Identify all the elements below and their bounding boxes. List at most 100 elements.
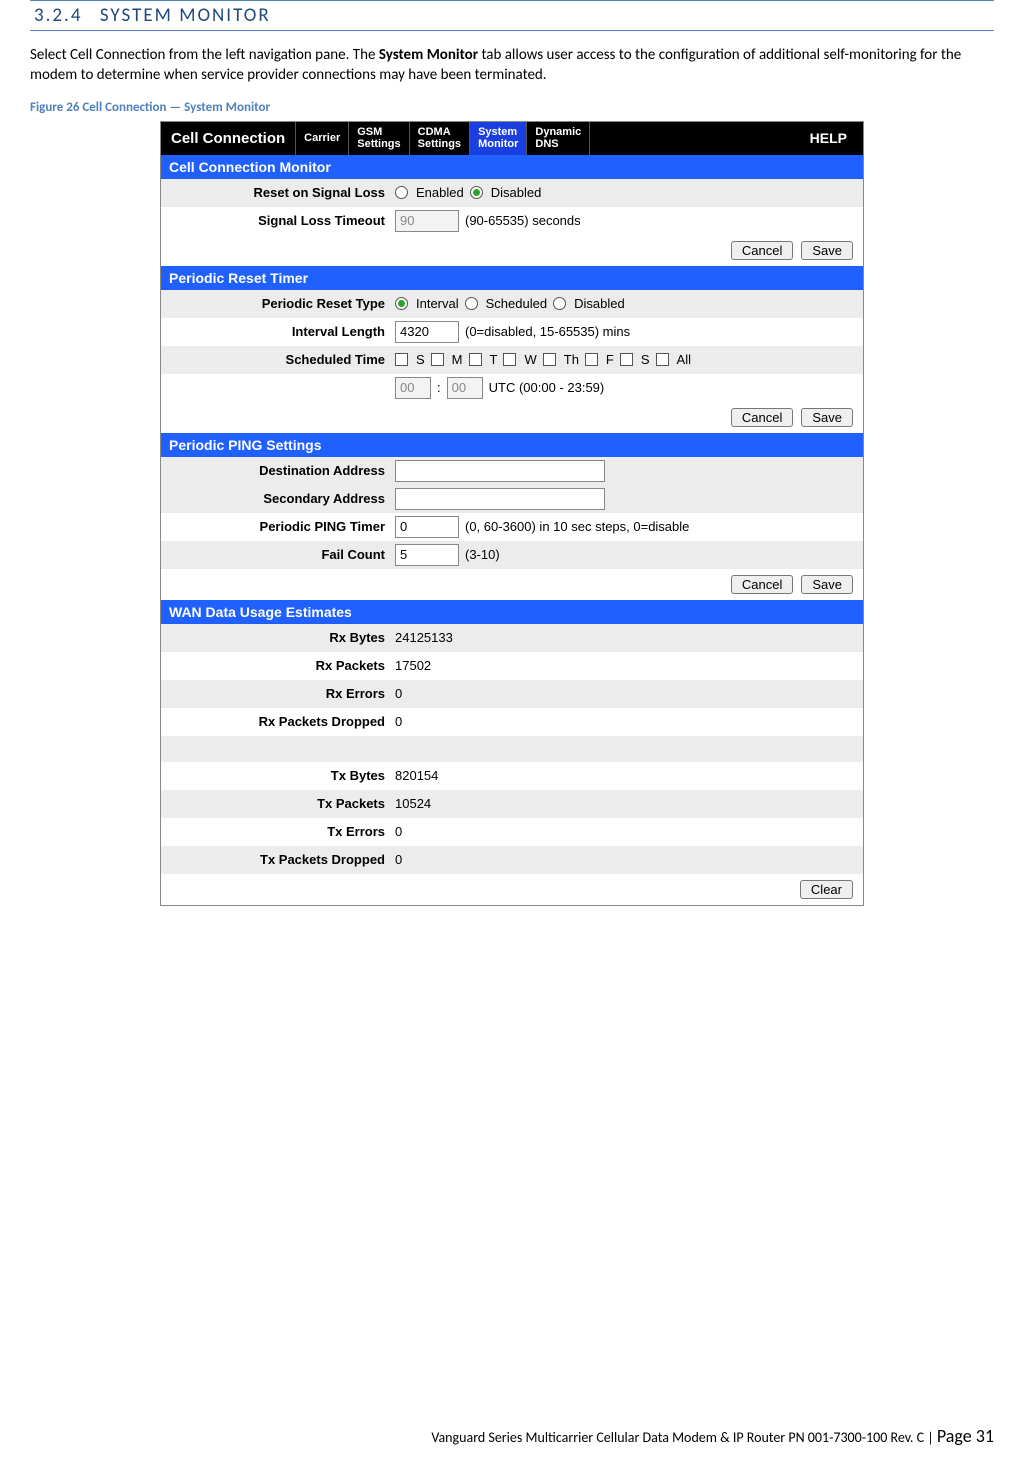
checkbox-sun[interactable] [395, 353, 408, 366]
label-signal-loss-timeout: Signal Loss Timeout [161, 213, 393, 228]
tab-system-monitor[interactable]: SystemMonitor [470, 122, 527, 155]
hint-interval-length: (0=disabled, 15-65535) mins [465, 324, 630, 339]
input-signal-loss-timeout[interactable] [395, 210, 459, 232]
row-secondary-address: Secondary Address [161, 485, 863, 513]
radio-enabled-label: Enabled [416, 185, 464, 200]
intro-text-a: Select Cell Connection from the left nav… [30, 46, 379, 64]
checkbox-all[interactable] [656, 353, 669, 366]
clear-button[interactable]: Clear [800, 880, 853, 899]
input-destination-address[interactable] [395, 460, 605, 482]
row-rx-errors: Rx Errors0 [161, 680, 863, 708]
row-fail-count: Fail Count (3-10) [161, 541, 863, 569]
radio-interval[interactable] [395, 297, 408, 310]
label-destination-address: Destination Address [161, 463, 393, 478]
save-button[interactable]: Save [801, 241, 853, 260]
footer-text: Vanguard Series Multicarrier Cellular Da… [431, 1429, 924, 1446]
intro-paragraph: Select Cell Connection from the left nav… [30, 45, 994, 86]
row-scheduled-clock: : UTC (00:00 - 23:59) [161, 374, 863, 402]
tab-bar: Cell Connection Carrier GSMSettings CDMA… [161, 122, 863, 155]
input-secondary-address[interactable] [395, 488, 605, 510]
section-header-wan-usage: WAN Data Usage Estimates [161, 600, 863, 624]
input-minute[interactable] [447, 377, 483, 399]
checkbox-mon[interactable] [431, 353, 444, 366]
checkbox-tue[interactable] [469, 353, 482, 366]
tab-help[interactable]: HELP [794, 122, 863, 155]
button-row-sec2: Cancel Save [161, 402, 863, 433]
time-colon: : [437, 380, 441, 395]
footer-page: Page 31 [937, 1425, 994, 1447]
section-header-periodic-ping: Periodic PING Settings [161, 433, 863, 457]
row-periodic-reset-type: Periodic Reset Type Interval Scheduled D… [161, 290, 863, 318]
tab-spacer [590, 122, 793, 155]
row-rx-dropped: Rx Packets Dropped0 [161, 708, 863, 736]
row-interval-length: Interval Length (0=disabled, 15-65535) m… [161, 318, 863, 346]
hint-fail-count: (3-10) [465, 547, 500, 562]
checkbox-thu[interactable] [543, 353, 556, 366]
cancel-button[interactable]: Cancel [731, 575, 793, 594]
row-tx-bytes: Tx Bytes820154 [161, 762, 863, 790]
label-reset-on-signal-loss: Reset on Signal Loss [161, 185, 393, 200]
tab-cdma-settings[interactable]: CDMASettings [410, 122, 470, 155]
checkbox-wed[interactable] [503, 353, 516, 366]
section-header-periodic-reset: Periodic Reset Timer [161, 266, 863, 290]
hint-ping-timer: (0, 60-3600) in 10 sec steps, 0=disable [465, 519, 689, 534]
row-rx-packets: Rx Packets17502 [161, 652, 863, 680]
radio-prt-disabled-label: Disabled [574, 296, 625, 311]
row-ping-timer: Periodic PING Timer (0, 60-3600) in 10 s… [161, 513, 863, 541]
hint-signal-loss-timeout: (90-65535) seconds [465, 213, 581, 228]
row-reset-on-signal-loss: Reset on Signal Loss Enabled Disabled [161, 179, 863, 207]
row-signal-loss-timeout: Signal Loss Timeout (90-65535) seconds [161, 207, 863, 235]
screenshot-panel: Cell Connection Carrier GSMSettings CDMA… [160, 121, 864, 906]
label-periodic-reset-type: Periodic Reset Type [161, 296, 393, 311]
label-fail-count: Fail Count [161, 547, 393, 562]
tab-carrier[interactable]: Carrier [296, 122, 349, 155]
heading-title: SYSTEM MONITOR [100, 4, 271, 27]
input-hour[interactable] [395, 377, 431, 399]
hint-utc: UTC (00:00 - 23:59) [489, 380, 605, 395]
label-scheduled-time: Scheduled Time [161, 352, 393, 367]
row-tx-errors: Tx Errors0 [161, 818, 863, 846]
tab-main-label: Cell Connection [161, 122, 296, 155]
page-footer: Vanguard Series Multicarrier Cellular Da… [431, 1425, 994, 1447]
input-interval-length[interactable] [395, 321, 459, 343]
radio-disabled[interactable] [470, 186, 483, 199]
tab-gsm-settings[interactable]: GSMSettings [349, 122, 409, 155]
value-rx-dropped: 0 [395, 714, 402, 729]
row-tx-packets: Tx Packets10524 [161, 790, 863, 818]
heading-number: 3.2.4 [34, 4, 82, 27]
row-tx-dropped: Tx Packets Dropped0 [161, 846, 863, 874]
checkbox-sat[interactable] [620, 353, 633, 366]
value-tx-packets: 10524 [395, 796, 431, 811]
tab-dynamic-dns[interactable]: DynamicDNS [527, 122, 590, 155]
value-rx-errors: 0 [395, 686, 402, 701]
label-secondary-address: Secondary Address [161, 491, 393, 506]
row-destination-address: Destination Address [161, 457, 863, 485]
value-rx-packets: 17502 [395, 658, 431, 673]
input-ping-timer[interactable] [395, 516, 459, 538]
row-gap [161, 736, 863, 762]
save-button[interactable]: Save [801, 575, 853, 594]
cancel-button[interactable]: Cancel [731, 408, 793, 427]
radio-enabled[interactable] [395, 186, 408, 199]
save-button[interactable]: Save [801, 408, 853, 427]
radio-disabled-label: Disabled [491, 185, 542, 200]
checkbox-fri[interactable] [585, 353, 598, 366]
radio-prt-disabled[interactable] [553, 297, 566, 310]
button-row-sec1: Cancel Save [161, 235, 863, 266]
value-tx-errors: 0 [395, 824, 402, 839]
label-ping-timer: Periodic PING Timer [161, 519, 393, 534]
value-rx-bytes: 24125133 [395, 630, 453, 645]
section-heading: 3.2.4 SYSTEM MONITOR [30, 0, 994, 31]
row-rx-bytes: Rx Bytes24125133 [161, 624, 863, 652]
footer-sep: | [924, 1429, 937, 1446]
cancel-button[interactable]: Cancel [731, 241, 793, 260]
intro-bold: System Monitor [379, 46, 478, 64]
input-fail-count[interactable] [395, 544, 459, 566]
section-header-cell-connection-monitor: Cell Connection Monitor [161, 155, 863, 179]
figure-caption: Figure 26 Cell Connection — System Monit… [30, 100, 994, 115]
label-interval-length: Interval Length [161, 324, 393, 339]
value-tx-bytes: 820154 [395, 768, 438, 783]
radio-scheduled[interactable] [465, 297, 478, 310]
value-tx-dropped: 0 [395, 852, 402, 867]
radio-interval-label: Interval [416, 296, 459, 311]
